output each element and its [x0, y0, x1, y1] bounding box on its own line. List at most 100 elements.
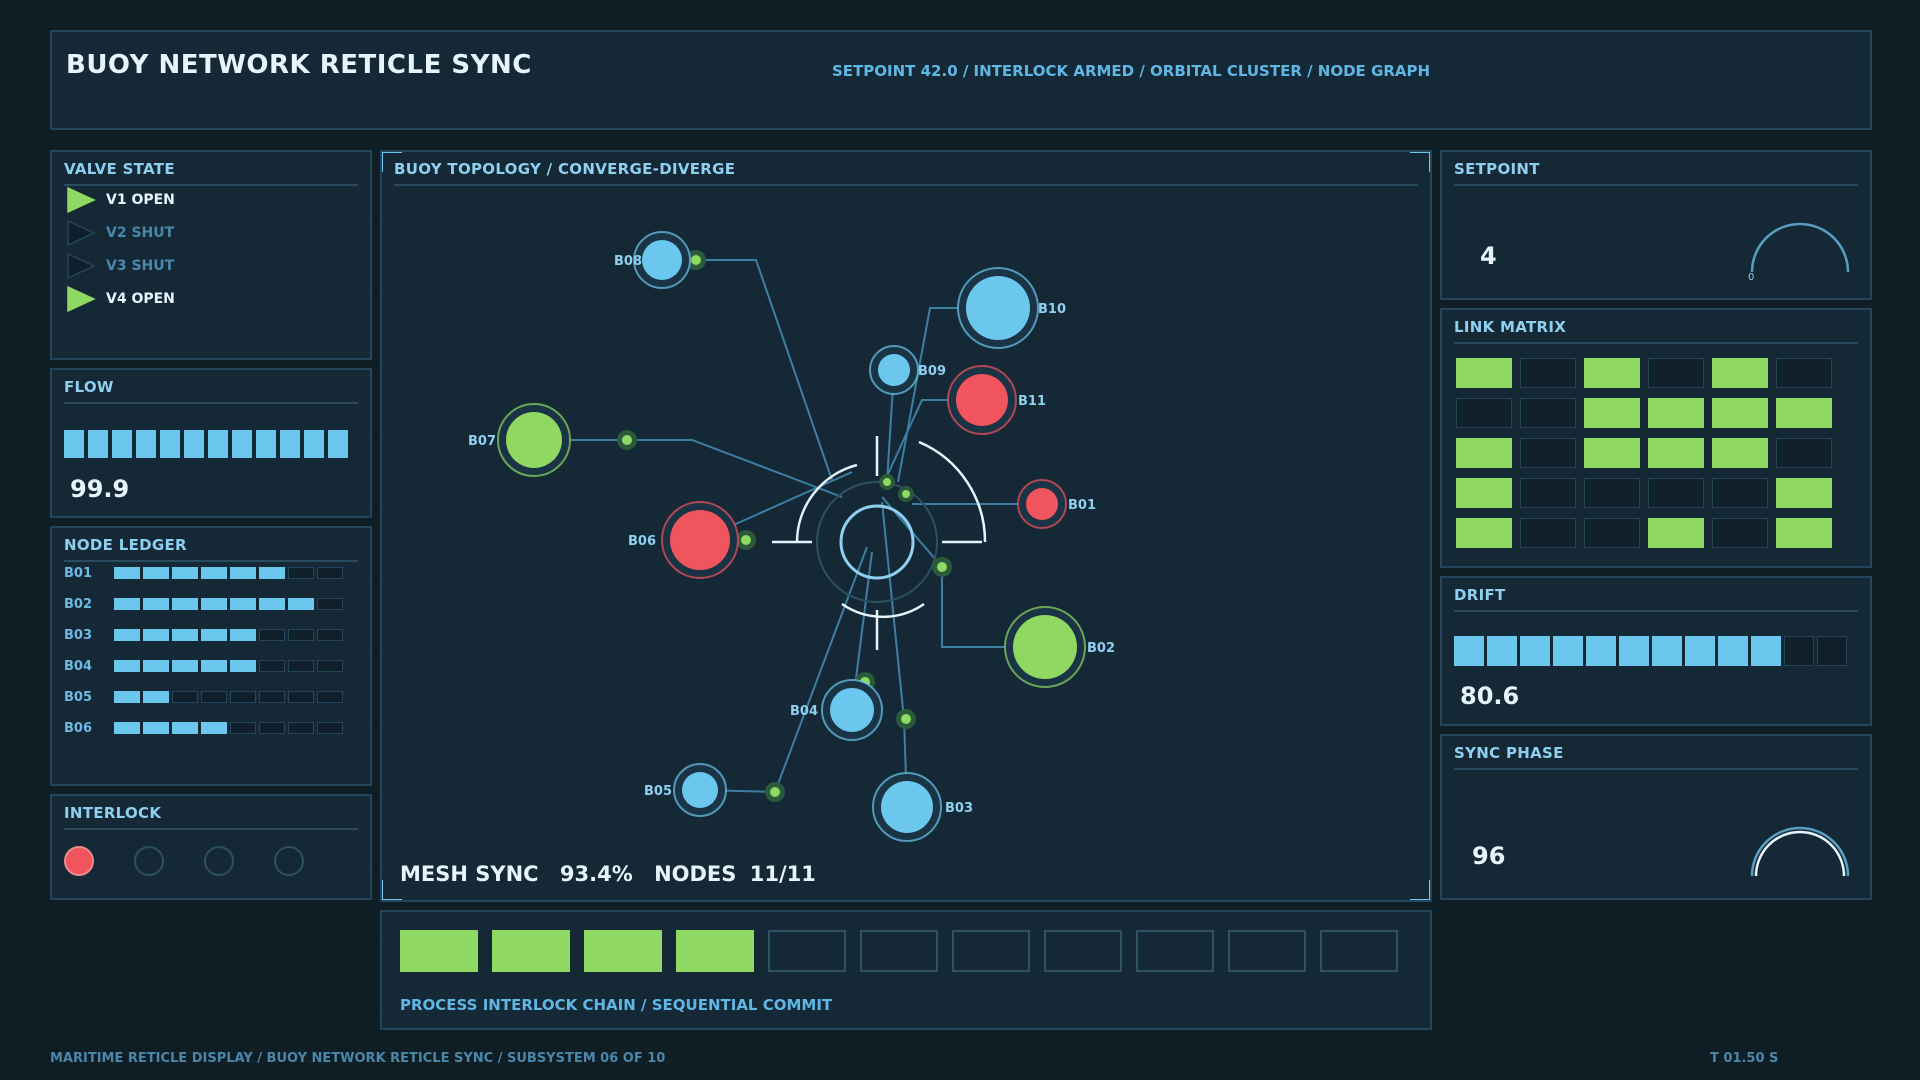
ledger-segment	[201, 629, 227, 641]
flow-segment	[184, 430, 204, 458]
node-b03[interactable]	[881, 781, 933, 833]
ledger-segment	[172, 660, 198, 672]
flow-segment	[64, 430, 84, 458]
ledger-segment	[201, 660, 227, 672]
flow-bar	[64, 430, 348, 458]
chain-step	[492, 930, 570, 972]
matrix-cell	[1776, 438, 1832, 468]
node-b07[interactable]	[506, 412, 562, 468]
ledger-row: B03	[64, 628, 343, 643]
ledger-segment	[172, 598, 198, 610]
ledger-segment	[172, 629, 198, 641]
node-b02[interactable]	[1013, 615, 1077, 679]
node-b10[interactable]	[966, 276, 1030, 340]
panel-title: INTERLOCK	[64, 804, 358, 830]
node-label: B04	[790, 704, 818, 719]
flow-panel: FLOW 99.9	[50, 368, 372, 518]
ledger-segment	[288, 722, 314, 734]
matrix-cell	[1648, 478, 1704, 508]
setpoint-gauge: 0	[1748, 222, 1850, 282]
valve-label: V1 OPEN	[106, 192, 175, 208]
nodes-value: 11/11	[749, 862, 816, 886]
node-b05[interactable]	[682, 772, 718, 808]
ledger-label: B02	[64, 596, 92, 612]
ledger-segment	[172, 691, 198, 703]
node-label: B11	[1018, 394, 1046, 409]
interlock-indicator	[134, 846, 164, 876]
node-b08[interactable]	[642, 240, 682, 280]
drift-segment	[1784, 636, 1814, 666]
chain-step	[1044, 930, 1122, 972]
ledger-segment	[230, 629, 256, 641]
ledger-segment	[114, 722, 140, 734]
valve-label: V3 SHUT	[106, 258, 175, 274]
chain-step	[584, 930, 662, 972]
ledger-segment	[259, 629, 285, 641]
ledger-segment	[317, 660, 343, 672]
node-b06[interactable]	[670, 510, 730, 570]
drift-segment	[1751, 636, 1781, 666]
corner-bracket	[382, 880, 402, 900]
flow-segment	[280, 430, 300, 458]
reticle	[772, 436, 987, 650]
matrix-cell	[1776, 518, 1832, 548]
drift-segment	[1817, 636, 1847, 666]
sync-phase-panel: SYNC PHASE 96	[1440, 734, 1872, 900]
node-b09[interactable]	[878, 354, 910, 386]
nodes-label: NODES	[654, 862, 737, 886]
ledger-segment	[230, 660, 256, 672]
ledger-row: B02	[64, 596, 343, 612]
matrix-cell	[1648, 518, 1704, 548]
matrix-cell	[1712, 518, 1768, 548]
ledger-segment	[317, 629, 343, 641]
panel-title: SETPOINT	[1454, 160, 1858, 186]
flow-segment	[208, 430, 228, 458]
matrix-cell	[1456, 358, 1512, 388]
ledger-segment	[143, 598, 169, 610]
ledger-segment	[259, 660, 285, 672]
node-label: B07	[468, 434, 496, 449]
drift-segment	[1586, 636, 1616, 666]
node-b01[interactable]	[1026, 488, 1058, 520]
node-label: B01	[1068, 498, 1096, 513]
gauge-label: 0	[1748, 272, 1754, 282]
graph-edge	[881, 501, 908, 808]
valve-triangle-icon	[67, 219, 96, 247]
ledger-bar	[114, 598, 343, 610]
flow-segment	[160, 430, 180, 458]
ledger-segment	[317, 567, 343, 579]
chain-step	[860, 930, 938, 972]
node-label: B08	[614, 254, 642, 269]
flow-segment	[304, 430, 324, 458]
ledger-segment	[201, 598, 227, 610]
drift-segment	[1553, 636, 1583, 666]
node-b11[interactable]	[956, 374, 1008, 426]
ledger-segment	[288, 567, 314, 579]
edge-junction-core	[622, 435, 632, 445]
panel-title: FLOW	[64, 378, 358, 404]
matrix-cell	[1712, 358, 1768, 388]
panel-title: LINK MATRIX	[1454, 318, 1858, 344]
ledger-segment	[172, 567, 198, 579]
drift-value: 80.6	[1460, 682, 1520, 710]
ledger-segment	[288, 660, 314, 672]
ledger-segment	[230, 722, 256, 734]
drift-segment	[1685, 636, 1715, 666]
ledger-row: B04	[64, 659, 343, 674]
interlock-indicator	[64, 846, 94, 876]
drift-segment	[1520, 636, 1550, 666]
hub-junction-core	[902, 490, 910, 498]
flow-segment	[256, 430, 276, 458]
matrix-cell	[1776, 478, 1832, 508]
matrix-cell	[1584, 438, 1640, 468]
chain-step	[952, 930, 1030, 972]
sync-phase-value: 96	[1472, 842, 1506, 870]
valve-item: V3 SHUT	[66, 252, 174, 280]
node-b04[interactable]	[830, 688, 874, 732]
matrix-cell	[1456, 478, 1512, 508]
chain-label: PROCESS INTERLOCK CHAIN / SEQUENTIAL COM…	[400, 996, 833, 1014]
ledger-segment	[259, 567, 285, 579]
topology-graph: B08 B10 B09 B11 B07 B01 B06 B04 B02 B05 B03	[382, 152, 1430, 900]
node-label: B09	[918, 364, 946, 379]
drift-segment	[1652, 636, 1682, 666]
